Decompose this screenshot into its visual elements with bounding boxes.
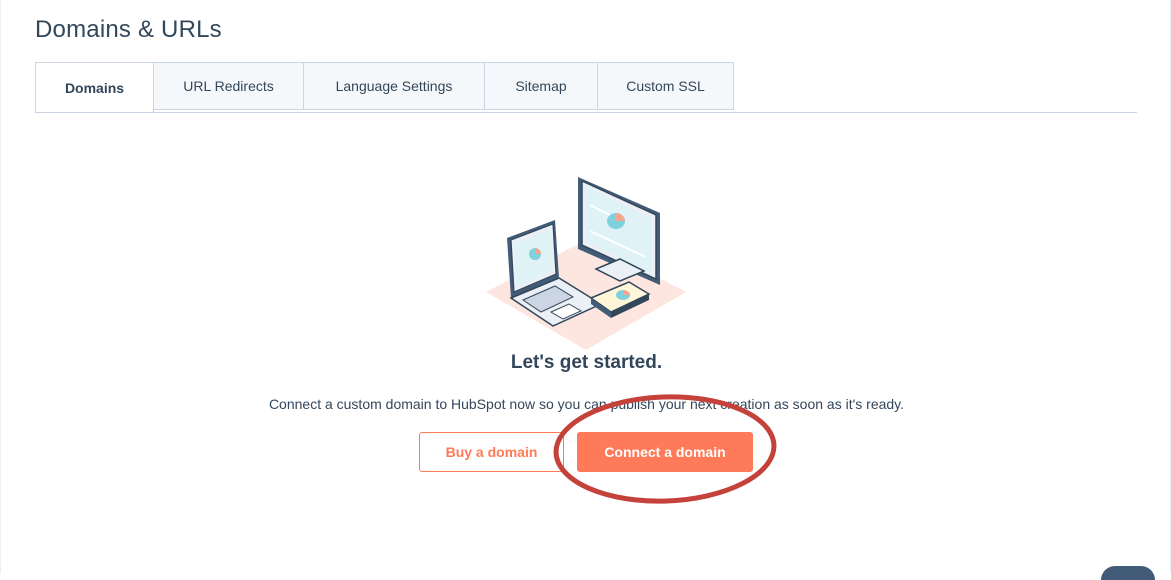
empty-state-description: Connect a custom domain to HubSpot now s… <box>268 396 905 412</box>
empty-state-headline: Let's get started. <box>510 352 663 373</box>
tab-domains[interactable]: Domains <box>35 62 154 112</box>
tab-language-settings[interactable]: Language Settings <box>304 62 485 110</box>
connect-domain-button[interactable]: Connect a domain <box>577 432 753 472</box>
buy-domain-button[interactable]: Buy a domain <box>419 432 564 472</box>
tab-bar: Domains URL Redirects Language Settings … <box>35 62 1137 113</box>
tab-url-redirects[interactable]: URL Redirects <box>154 62 304 110</box>
help-widget-icon[interactable] <box>1101 566 1155 580</box>
tab-sitemap[interactable]: Sitemap <box>485 62 598 110</box>
tab-custom-ssl[interactable]: Custom SSL <box>598 62 734 110</box>
page-title: Domains & URLs <box>35 16 222 43</box>
app-frame: Domains & URLs Domains URL Redirects Lan… <box>0 0 1171 580</box>
devices-illustration <box>486 177 686 350</box>
